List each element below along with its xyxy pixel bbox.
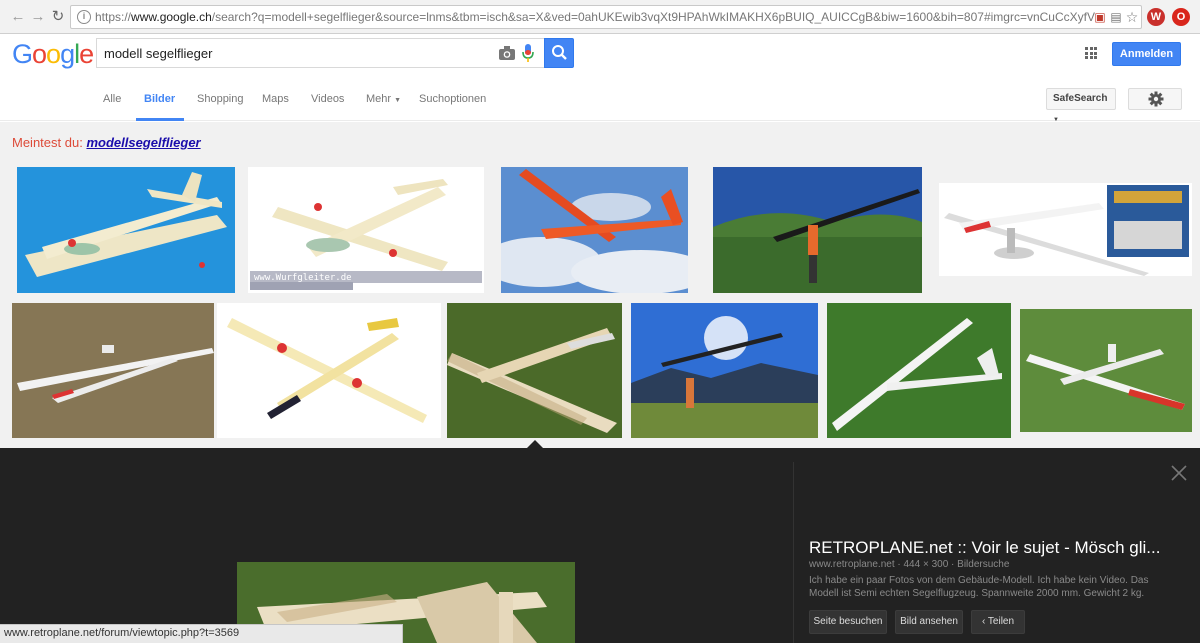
address-bar[interactable]: i https://www.google.ch/search?q=modell+… [70, 5, 1142, 29]
image-result[interactable] [939, 183, 1192, 276]
gear-icon [1148, 91, 1164, 107]
logo-letter: G [12, 39, 33, 69]
glider-photo [12, 303, 214, 438]
status-bar: www.retroplane.net/forum/viewtopic.php?t… [0, 624, 403, 643]
info-icon[interactable]: i [77, 10, 91, 24]
search-input[interactable]: modell segelflieger [96, 38, 544, 68]
glider-photo [501, 167, 688, 293]
share-button[interactable]: ‹ Teilen [971, 610, 1025, 634]
bookmark-star-icon[interactable]: ☆ [1125, 10, 1139, 24]
image-result[interactable] [447, 303, 622, 438]
back-arrow-icon[interactable]: ← [8, 7, 28, 27]
microphone-icon[interactable] [522, 44, 534, 64]
suggestion-prefix: Meintest du: [12, 135, 83, 150]
preview-dimensions: 444 × 300 [903, 559, 949, 570]
glider-photo [631, 303, 818, 438]
browser-toolbar: ← → ↻ i https://www.google.ch/search?q=m… [0, 0, 1200, 34]
search-button[interactable] [544, 38, 574, 68]
preview-meta: www.retroplane.net · 444 × 300 · Bilders… [809, 559, 1009, 570]
close-icon[interactable] [1170, 464, 1188, 482]
image-result[interactable] [12, 303, 214, 438]
signin-button[interactable]: Anmelden [1112, 42, 1181, 66]
google-logo[interactable]: Google [12, 39, 94, 70]
logo-letter: o [46, 39, 61, 69]
tab-all[interactable]: Alle [103, 93, 121, 105]
tab-more-label: Mehr [366, 93, 392, 105]
share-icon: ‹ [981, 616, 986, 627]
glider-photo [939, 183, 1192, 276]
extension-shield-icon[interactable]: W [1147, 8, 1165, 26]
settings-button[interactable] [1128, 88, 1182, 110]
camera-icon[interactable] [499, 46, 515, 60]
image-result[interactable]: www.Wurfgleiter.de [248, 167, 484, 293]
tab-search-tools[interactable]: Suchoptionen [419, 93, 486, 105]
logo-letter: e [79, 39, 94, 69]
watermark-text: www.Wurfgleiter.de [254, 273, 352, 283]
tab-maps[interactable]: Maps [262, 93, 289, 105]
glider-photo [217, 303, 441, 438]
suggestion-link[interactable]: modellsegelflieger [86, 135, 200, 150]
apps-grid-icon[interactable] [1085, 47, 1097, 59]
image-result[interactable] [1020, 309, 1192, 432]
spelling-suggestion: Meintest du: modellsegelflieger [12, 135, 201, 150]
reload-icon[interactable]: ↻ [48, 7, 68, 27]
tab-images[interactable]: Bilder [144, 93, 175, 105]
glider-photo [827, 303, 1011, 438]
tab-videos[interactable]: Videos [311, 93, 344, 105]
glider-photo [713, 167, 922, 293]
image-result[interactable] [17, 167, 235, 293]
tab-shopping[interactable]: Shopping [197, 93, 244, 105]
preview-title[interactable]: RETROPLANE.net :: Voir le sujet - Mösch … [809, 538, 1169, 558]
search-query[interactable]: modell segelflieger [104, 46, 212, 61]
search-tabs: Alle Bilder Shopping Maps Videos Mehr ▼ … [0, 78, 1200, 123]
forward-arrow-icon[interactable]: → [28, 7, 48, 27]
glider-photo [447, 303, 622, 438]
image-result[interactable] [217, 303, 441, 438]
url-text[interactable]: https://www.google.ch/search?q=modell+se… [95, 10, 1095, 24]
blocked-popup-icon[interactable]: ▣ [1093, 10, 1107, 24]
tab-more[interactable]: Mehr ▼ [366, 93, 401, 105]
active-tab-indicator [136, 118, 184, 121]
image-result[interactable] [501, 167, 688, 293]
preview-source[interactable]: www.retroplane.net [809, 559, 895, 570]
glider-photo [1020, 309, 1192, 432]
preview-type: Bildersuche [957, 559, 1010, 570]
share-label: Teilen [987, 616, 1015, 627]
image-results: Meintest du: modellsegelflieger www.Wurf… [0, 122, 1200, 448]
logo-letter: g [60, 39, 75, 69]
image-result[interactable] [827, 303, 1011, 438]
visit-page-button[interactable]: Seite besuchen [809, 610, 887, 634]
google-header: Google modell segelflieger Anmelden [0, 34, 1200, 78]
preview-description: Ich habe ein paar Fotos von dem Gebäude-… [809, 575, 1149, 599]
image-result[interactable] [631, 303, 818, 438]
view-image-button[interactable]: Bild ansehen [895, 610, 963, 634]
safesearch-dropdown[interactable]: SafeSearch ▼ [1046, 88, 1116, 123]
chevron-down-icon: ▼ [394, 97, 402, 104]
extension-opera-icon[interactable]: O [1172, 8, 1190, 26]
panel-divider [793, 462, 794, 643]
image-preview-panel: RETROPLANE.net :: Voir le sujet - Mösch … [0, 448, 1200, 643]
image-result[interactable] [713, 167, 922, 293]
logo-letter: o [32, 39, 47, 69]
search-icon [552, 45, 567, 60]
translate-icon[interactable]: ▤ [1109, 10, 1123, 24]
glider-photo [17, 167, 235, 293]
safesearch-label: SafeSearch [1053, 93, 1108, 104]
